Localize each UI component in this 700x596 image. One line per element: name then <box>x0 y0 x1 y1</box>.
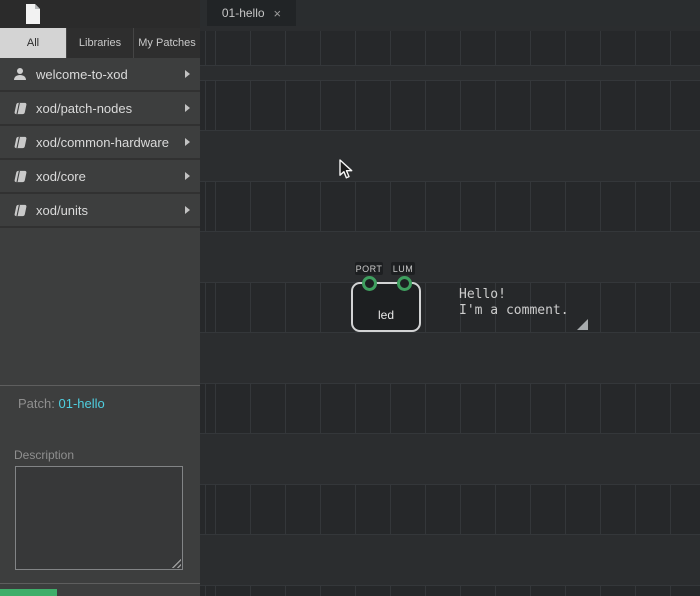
pin-port[interactable] <box>362 276 377 291</box>
new-patch-document-icon[interactable] <box>25 4 41 24</box>
book-icon <box>10 136 30 149</box>
tab-all[interactable]: All <box>0 28 67 58</box>
status-indicator <box>0 589 57 596</box>
patch-label: Patch: <box>18 396 55 411</box>
patch-name-link[interactable]: 01-hello <box>58 396 104 411</box>
sidebar-divider <box>0 583 200 584</box>
project-browser: welcome-to-xod xod/patch-nodes <box>0 58 200 228</box>
mouse-cursor-icon <box>339 159 353 180</box>
sidebar-toolbar <box>0 0 200 28</box>
chevron-right-icon <box>185 70 190 78</box>
pin-label-port: PORT <box>355 262 383 275</box>
tab-libraries[interactable]: Libraries <box>67 28 134 58</box>
patch-canvas[interactable]: PORT LUM led Hello! I'm a comment. <box>200 26 700 596</box>
patch-info-panel: Patch: 01-hello Description <box>0 385 200 570</box>
patch-tab-01-hello[interactable]: 01-hello × <box>207 0 296 26</box>
library-item-label: xod/common-hardware <box>36 135 185 150</box>
patch-editor: 01-hello × PORT LUM led Hello! I'm a com… <box>200 0 700 596</box>
chevron-right-icon <box>185 138 190 146</box>
library-item-xod-units[interactable]: xod/units <box>0 194 200 228</box>
close-icon[interactable]: × <box>274 7 282 20</box>
tab-my-patches[interactable]: My Patches <box>134 28 200 58</box>
library-item-xod-common-hardware[interactable]: xod/common-hardware <box>0 126 200 160</box>
library-item-label: xod/patch-nodes <box>36 101 185 116</box>
chevron-right-icon <box>185 206 190 214</box>
comment-block[interactable]: Hello! I'm a comment. <box>452 282 590 332</box>
library-item-label: xod/core <box>36 169 185 184</box>
node-led[interactable]: led <box>351 282 421 332</box>
library-item-label: welcome-to-xod <box>36 67 185 82</box>
book-icon <box>10 204 30 217</box>
book-icon <box>10 170 30 183</box>
chevron-right-icon <box>185 104 190 112</box>
chevron-right-icon <box>185 172 190 180</box>
comment-line: I'm a comment. <box>459 303 590 319</box>
patch-tab-label: 01-hello <box>222 6 265 20</box>
canvas-margin <box>200 26 700 31</box>
library-item-xod-core[interactable]: xod/core <box>0 160 200 194</box>
node-label: led <box>353 308 419 322</box>
description-input[interactable] <box>15 466 183 570</box>
pin-lum[interactable] <box>397 276 412 291</box>
patch-line: Patch: 01-hello <box>18 396 200 411</box>
description-label: Description <box>14 448 200 462</box>
library-item-welcome-to-xod[interactable]: welcome-to-xod <box>0 58 200 92</box>
library-item-xod-patch-nodes[interactable]: xod/patch-nodes <box>0 92 200 126</box>
pin-label-lum: LUM <box>391 262 415 275</box>
library-item-label: xod/units <box>36 203 185 218</box>
editor-tab-strip: 01-hello × <box>200 0 700 26</box>
user-icon <box>10 67 30 81</box>
book-icon <box>10 102 30 115</box>
browser-tab-strip: All Libraries My Patches <box>0 28 200 58</box>
comment-resize-handle-icon[interactable] <box>577 319 588 330</box>
sidebar: All Libraries My Patches welcome-to-xod <box>0 0 200 596</box>
comment-line: Hello! <box>459 287 590 303</box>
